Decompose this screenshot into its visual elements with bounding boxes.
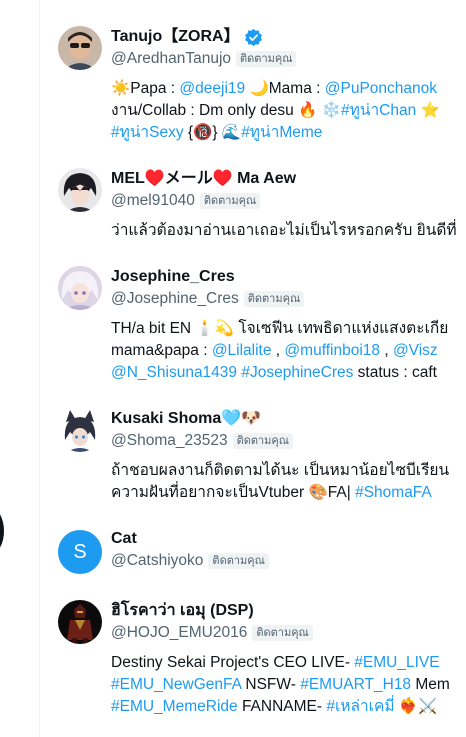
bio-text: ☀️Papa : xyxy=(111,80,180,97)
avatar[interactable] xyxy=(58,26,102,70)
left-sidebar-edge xyxy=(0,0,40,737)
hashtag-link[interactable]: #ทูน่าSexy xyxy=(111,124,184,141)
avatar-dark-armored-figure-icon xyxy=(58,600,102,644)
user-cell[interactable]: Kusaki Shoma🩵🐶 @Shoma_23523 ติดตามคุณ ถ้… xyxy=(40,408,466,508)
user-bio-line: @N_Shisuna1439 #JosephineCres status : c… xyxy=(111,362,466,384)
verified-badge-icon xyxy=(244,28,262,46)
hashtag-link[interactable]: #JosephineCres xyxy=(241,364,353,381)
avatar-anime-white-hair-icon xyxy=(58,266,102,310)
user-cell[interactable]: MEL♥️メール♥️ Ma Aew @mel91040 ติดตามคุณ ว่… xyxy=(40,168,466,246)
hashtag-link[interactable]: #EMU_MemeRide xyxy=(111,698,238,715)
bio-text: status : caft xyxy=(353,364,437,381)
bio-text: , xyxy=(271,342,285,359)
hashtag-link[interactable]: #เหล่าเคมี่ xyxy=(326,698,394,715)
user-name[interactable]: MEL♥️メール♥️ Ma Aew xyxy=(111,168,296,190)
avatar-anime-dog-ears-icon xyxy=(58,408,102,452)
user-name[interactable]: ฮิโรคาว่า เอมุ (DSP) xyxy=(111,600,254,622)
bio-text: FANNAME- xyxy=(237,698,327,715)
bio-text: 🌙Mama : xyxy=(245,80,325,97)
user-cell[interactable]: S Cat @Catshiyoko ติดตามคุณ xyxy=(40,528,466,578)
user-handle[interactable]: @Shoma_23523 xyxy=(111,430,228,452)
user-cell[interactable]: Tanujo【ZORA】 @AredhanTanujo ติดตามคุณ ☀️… xyxy=(40,26,466,146)
avatar[interactable] xyxy=(58,168,102,212)
user-name[interactable]: Josephine_Cres xyxy=(111,266,235,288)
user-bio: ☀️Papa : @deeji19 🌙Mama : @PuPonchanok xyxy=(111,78,466,100)
user-bio: TH/a bit EN 🕯️💫 โจเซฟีน เทพธิดาแห่งแสงตะ… xyxy=(111,318,466,340)
avatar[interactable]: S xyxy=(58,530,102,574)
user-bio: ถ้าชอบผลงานก็ติดตามได้นะ เป็นหมาน้อยไซบี… xyxy=(111,460,466,482)
user-handle[interactable]: @HOJO_EMU2016 xyxy=(111,622,247,644)
user-handle[interactable]: @Catshiyoko xyxy=(111,550,203,572)
avatar-letter: S xyxy=(73,540,87,563)
user-list: Tanujo【ZORA】 @AredhanTanujo ติดตามคุณ ☀️… xyxy=(40,0,466,737)
mention-link[interactable]: @Visz xyxy=(393,342,438,359)
user-bio-line: งาน/Collab : Dm only desu 🔥 ❄️#ทูน่าChan… xyxy=(111,100,466,122)
avatar-photo-sunglasses-icon xyxy=(58,26,102,70)
follows-you-badge: ติดตามคุณ xyxy=(243,291,305,307)
mention-link[interactable]: @N_Shisuna1439 xyxy=(111,364,237,381)
bio-text: ⭐ xyxy=(416,102,440,119)
mention-link[interactable]: @muffinboi18 xyxy=(284,342,380,359)
avatar-anime-dark-hair-icon xyxy=(58,168,102,212)
bio-text: Destiny Sekai Project's CEO LIVE- xyxy=(111,654,355,671)
user-bio-line: #ทูน่าSexy {🔞} 🌊#ทูน่าMeme xyxy=(111,122,466,144)
hashtag-link[interactable]: #EMUART_H18 xyxy=(300,676,411,693)
user-bio-line: #EMU_MemeRide FANNAME- #เหล่าเคมี่ ❤️‍🔥⚔… xyxy=(111,696,466,718)
hashtag-link[interactable]: #ShomaFA xyxy=(355,484,432,501)
user-handle[interactable]: @AredhanTanujo xyxy=(111,48,231,70)
user-name[interactable]: Tanujo【ZORA】 xyxy=(111,26,240,48)
hashtag-link[interactable]: #EMU_NewGenFA xyxy=(111,676,241,693)
user-bio-line: mama&papa : @Lilalite , @muffinboi18 , @… xyxy=(111,340,466,362)
user-name[interactable]: Cat xyxy=(111,528,137,550)
follows-you-badge: ติดตามคุณ xyxy=(236,51,297,67)
bio-text: mama&papa : xyxy=(111,342,212,359)
user-handle[interactable]: @Josephine_Cres xyxy=(111,288,239,310)
user-bio-line: #EMU_NewGenFA NSFW- #EMUART_H18 Mem xyxy=(111,674,466,696)
bio-text: ว่าแล้วต้องมาอ่านเอาเถอะไม่เป็นไรหรอกครั… xyxy=(111,222,457,239)
bio-text: งาน/Collab : Dm only desu 🔥 ❄️ xyxy=(111,102,342,119)
follows-you-badge: ติดตามคุณ xyxy=(232,433,293,449)
avatar[interactable] xyxy=(58,266,102,310)
follows-you-badge: ติดตามคุณ xyxy=(208,553,269,569)
mention-link[interactable]: @Lilalite xyxy=(212,342,272,359)
user-bio-line: ความฝันที่อยากจะเป็นVtuber 🎨FA| #ShomaFA xyxy=(111,482,466,504)
hashtag-link[interactable]: #ทูน่าChan xyxy=(341,102,416,119)
bio-text: ความฝันที่อยากจะเป็นVtuber 🎨FA| xyxy=(111,484,356,501)
bio-text: Mem xyxy=(411,676,450,693)
follows-you-badge: ติดตามคุณ xyxy=(199,193,261,209)
user-cell[interactable]: ฮิโรคาว่า เอมุ (DSP) @HOJO_EMU2016 ติดตา… xyxy=(40,600,466,720)
avatar[interactable] xyxy=(58,600,102,644)
follows-you-badge: ติดตามคุณ xyxy=(252,625,313,641)
user-bio: Destiny Sekai Project's CEO LIVE- #EMU_L… xyxy=(111,652,466,674)
profile-avatar-edge[interactable] xyxy=(0,508,4,554)
user-bio: ว่าแล้วต้องมาอ่านเอาเถอะไม่เป็นไรหรอกครั… xyxy=(111,220,466,242)
bio-text: NSFW- xyxy=(241,676,301,693)
bio-text: , xyxy=(380,342,393,359)
bio-text: {🔞} 🌊 xyxy=(183,124,242,141)
hashtag-link[interactable]: #ทูน่าMeme xyxy=(241,124,322,141)
user-name[interactable]: Kusaki Shoma🩵🐶 xyxy=(111,408,261,430)
mention-link[interactable]: @PuPonchanok xyxy=(325,80,437,97)
bio-text: TH/a bit EN 🕯️💫 โจเซฟีน เทพธิดาแห่งแสงตะ… xyxy=(111,320,449,337)
bio-text: ถ้าชอบผลงานก็ติดตามได้นะ เป็นหมาน้อยไซบี… xyxy=(111,462,450,479)
avatar[interactable] xyxy=(58,408,102,452)
user-handle[interactable]: @mel91040 xyxy=(111,190,195,212)
user-cell[interactable]: Josephine_Cres @Josephine_Cres ติดตามคุณ… xyxy=(40,266,466,386)
bio-text: ❤️‍🔥⚔️ xyxy=(394,698,438,715)
hashtag-link[interactable]: #EMU_LIVE xyxy=(354,654,439,671)
mention-link[interactable]: @deeji19 xyxy=(179,80,245,97)
